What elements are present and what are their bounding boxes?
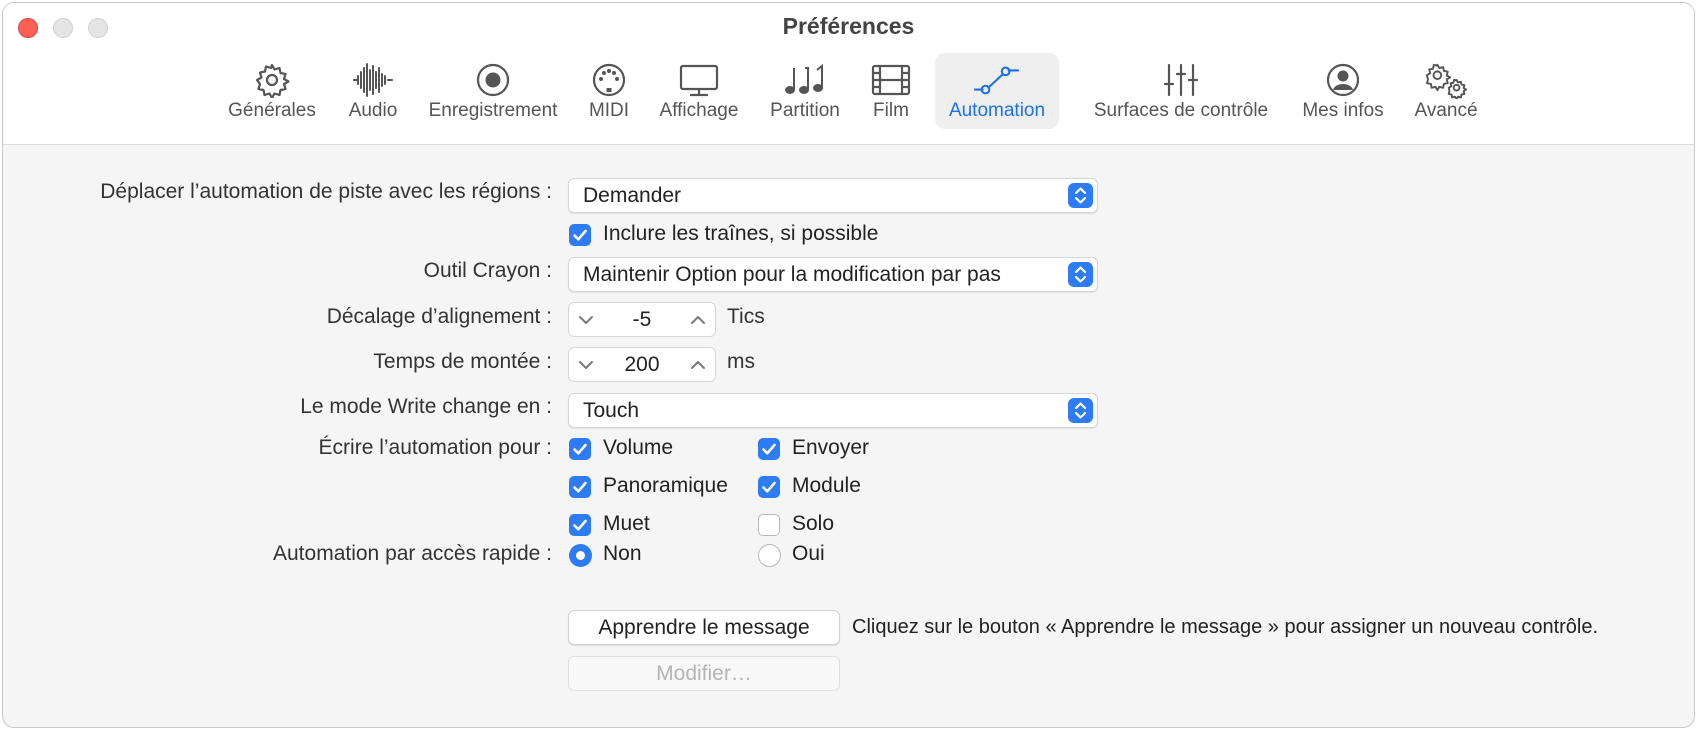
learn-message-button[interactable]: Apprendre le message — [568, 610, 840, 645]
film-icon — [868, 61, 914, 99]
quick-access-oui-radio[interactable] — [758, 544, 781, 567]
quick-access-non-label: Non — [603, 542, 642, 565]
tab-mes-infos[interactable]: Mes infos — [1293, 53, 1393, 129]
chevron-up-icon[interactable] — [689, 311, 707, 334]
sliders-icon — [1158, 61, 1204, 99]
tab-audio[interactable]: Audio — [339, 53, 407, 129]
tab-label: Enregistrement — [428, 100, 558, 121]
write-mode-label: Le mode Write change en : — [300, 395, 552, 418]
person-icon — [1320, 61, 1366, 99]
ramp-time-unit: ms — [727, 350, 755, 373]
pan-checkbox[interactable] — [569, 476, 591, 498]
tab-automation[interactable]: Automation — [935, 53, 1059, 129]
tab-label: Avancé — [1414, 100, 1478, 121]
popup-value: Demander — [583, 184, 682, 207]
checkmark-icon — [762, 443, 776, 455]
title-bar: Préférences Générales Audio Enregistreme… — [3, 3, 1694, 145]
plugin-checkbox[interactable] — [758, 476, 780, 498]
checkmark-icon — [573, 229, 587, 241]
ramp-time-label: Temps de montée : — [373, 350, 552, 373]
tab-label: Mes infos — [1302, 100, 1384, 121]
mute-checkbox[interactable] — [569, 514, 591, 536]
preferences-toolbar: Générales Audio Enregistrement MIDI Affi… — [3, 51, 1694, 133]
tab-label: Générales — [228, 100, 316, 121]
music-notes-icon — [782, 61, 828, 99]
tab-midi[interactable]: MIDI — [579, 53, 639, 129]
updown-chevron-icon — [1068, 183, 1093, 208]
waveform-icon — [350, 61, 396, 99]
pencil-tool-popup[interactable]: Maintenir Option pour la modification pa… — [568, 257, 1098, 292]
snap-offset-unit: Tics — [727, 305, 765, 328]
volume-label: Volume — [603, 436, 674, 459]
write-mode-popup[interactable]: Touch — [568, 393, 1098, 428]
include-tails-checkbox[interactable] — [569, 224, 591, 246]
send-checkbox[interactable] — [758, 438, 780, 460]
checkmark-icon — [573, 481, 587, 493]
quick-access-label: Automation par accès rapide : — [273, 542, 552, 565]
mute-label: Muet — [603, 512, 650, 535]
write-automation-for-label: Écrire l’automation pour : — [318, 436, 552, 459]
gear-icon — [249, 61, 295, 99]
tab-film[interactable]: Film — [863, 53, 919, 129]
tab-surfaces-de-controle[interactable]: Surfaces de contrôle — [1083, 53, 1279, 129]
updown-chevron-icon — [1068, 262, 1093, 287]
midi-connector-icon — [586, 61, 632, 99]
tab-label: Film — [873, 100, 909, 121]
popup-value: Maintenir Option pour la modification pa… — [583, 263, 1001, 286]
solo-checkbox[interactable] — [758, 514, 780, 536]
learn-message-hint: Cliquez sur le bouton « Apprendre le mes… — [852, 616, 1599, 638]
pan-label: Panoramique — [603, 474, 728, 497]
plugin-label: Module — [792, 474, 861, 497]
tab-label: Partition — [770, 100, 840, 121]
solo-label: Solo — [792, 512, 835, 535]
updown-chevron-icon — [1068, 398, 1093, 423]
chevron-up-icon[interactable] — [689, 356, 707, 379]
tab-label: Affichage — [659, 100, 739, 121]
tab-label: Surfaces de contrôle — [1093, 100, 1269, 121]
tab-avance[interactable]: Avancé — [1405, 53, 1487, 129]
move-automation-label: Déplacer l’automation de piste avec les … — [100, 180, 552, 203]
checkmark-icon — [573, 519, 587, 531]
edit-button[interactable]: Modifier… — [568, 656, 840, 691]
send-label: Envoyer — [792, 436, 870, 459]
quick-access-oui-label: Oui — [792, 542, 825, 565]
automation-curve-icon — [974, 61, 1020, 99]
tab-generales[interactable]: Générales — [221, 53, 323, 129]
tab-partition[interactable]: Partition — [759, 53, 851, 129]
gears-icon — [1423, 61, 1469, 99]
move-automation-popup[interactable]: Demander — [568, 178, 1098, 213]
tab-affichage[interactable]: Affichage — [651, 53, 747, 129]
volume-checkbox[interactable] — [569, 438, 591, 460]
checkmark-icon — [762, 481, 776, 493]
ramp-time-stepper[interactable]: 200 — [568, 347, 716, 382]
checkmark-icon — [573, 443, 587, 455]
include-tails-label: Inclure les traînes, si possible — [603, 222, 879, 245]
record-icon — [470, 61, 516, 99]
window-title: Préférences — [782, 13, 915, 39]
quick-access-non-radio[interactable] — [569, 544, 592, 567]
automation-preferences-pane: Déplacer l’automation de piste avec les … — [3, 145, 1694, 727]
snap-offset-stepper[interactable]: -5 — [568, 302, 716, 337]
tab-label: Automation — [948, 100, 1046, 121]
snap-offset-label: Décalage d’alignement : — [326, 305, 552, 328]
pencil-tool-label: Outil Crayon : — [423, 259, 552, 282]
tab-enregistrement[interactable]: Enregistrement — [423, 53, 563, 129]
tab-label: MIDI — [588, 100, 630, 121]
preferences-window: Préférences Générales Audio Enregistreme… — [2, 2, 1695, 728]
display-icon — [676, 61, 722, 99]
tab-label: Audio — [348, 100, 398, 121]
popup-value: Touch — [583, 399, 640, 422]
